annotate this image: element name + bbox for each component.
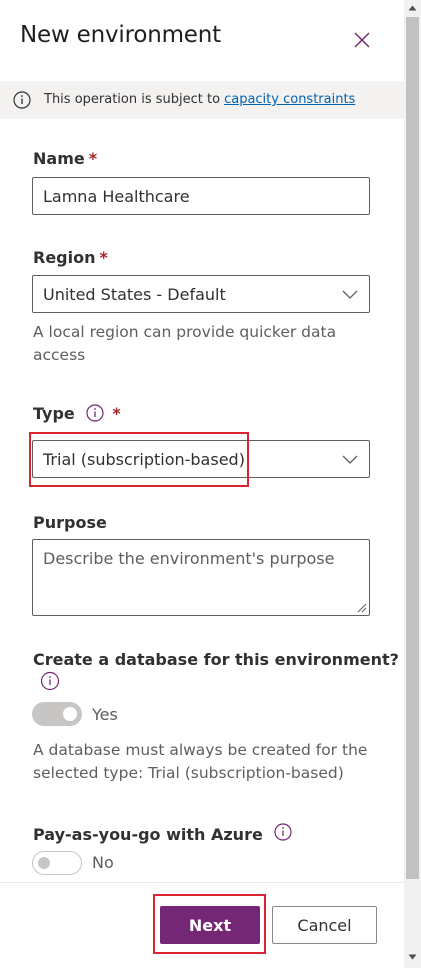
banner-text: This operation is subject to (44, 92, 221, 107)
region-help-text: A local region can provide quicker data … (33, 323, 337, 364)
type-label: Type * (33, 404, 121, 423)
scrollbar-thumb[interactable] (406, 17, 419, 879)
info-icon[interactable] (274, 823, 292, 841)
cancel-button[interactable]: Cancel (272, 906, 377, 944)
database-label: Create a database for this environment? (33, 650, 399, 669)
database-toggle-label: Yes (92, 705, 118, 724)
panel-title: New environment (20, 22, 221, 48)
region-label: Region * (33, 248, 108, 267)
close-button[interactable] (350, 28, 374, 52)
database-help-text: A database must always be created for th… (33, 741, 368, 782)
scroll-up-arrow-icon[interactable] (408, 4, 417, 12)
required-mark: * (99, 248, 108, 267)
database-toggle[interactable] (32, 702, 82, 726)
info-icon (13, 91, 31, 109)
footer-divider (0, 882, 404, 883)
chevron-down-icon (342, 455, 358, 464)
info-icon[interactable] (40, 671, 60, 691)
region-dropdown-value: United States - Default (43, 285, 226, 304)
info-icon[interactable] (86, 404, 104, 422)
payg-toggle-label: No (92, 853, 114, 872)
payg-label: Pay-as-you-go with Azure (33, 823, 292, 844)
scroll-down-arrow-icon[interactable] (408, 953, 417, 961)
purpose-textarea[interactable]: Describe the environment's purpose (32, 539, 370, 616)
required-mark: * (112, 404, 121, 423)
chevron-down-icon (342, 290, 358, 299)
capacity-banner: This operation is subject to capacity con… (0, 81, 404, 119)
purpose-placeholder: Describe the environment's purpose (43, 549, 335, 568)
resize-grip-icon[interactable] (357, 603, 367, 613)
close-icon (354, 32, 370, 48)
next-button-highlight (153, 894, 266, 954)
region-dropdown[interactable]: United States - Default (32, 275, 370, 313)
purpose-label: Purpose (33, 513, 107, 532)
name-label: Name * (33, 149, 98, 168)
capacity-constraints-link[interactable]: capacity constraints (224, 92, 355, 107)
name-input-value: Lamna Healthcare (43, 187, 190, 206)
new-environment-panel: New environment This operation is subjec… (0, 0, 404, 968)
required-mark: * (88, 149, 98, 168)
scrollbar[interactable] (404, 0, 421, 968)
name-input[interactable]: Lamna Healthcare (32, 177, 370, 215)
payg-toggle[interactable] (32, 851, 82, 875)
type-value-highlight (29, 432, 249, 487)
